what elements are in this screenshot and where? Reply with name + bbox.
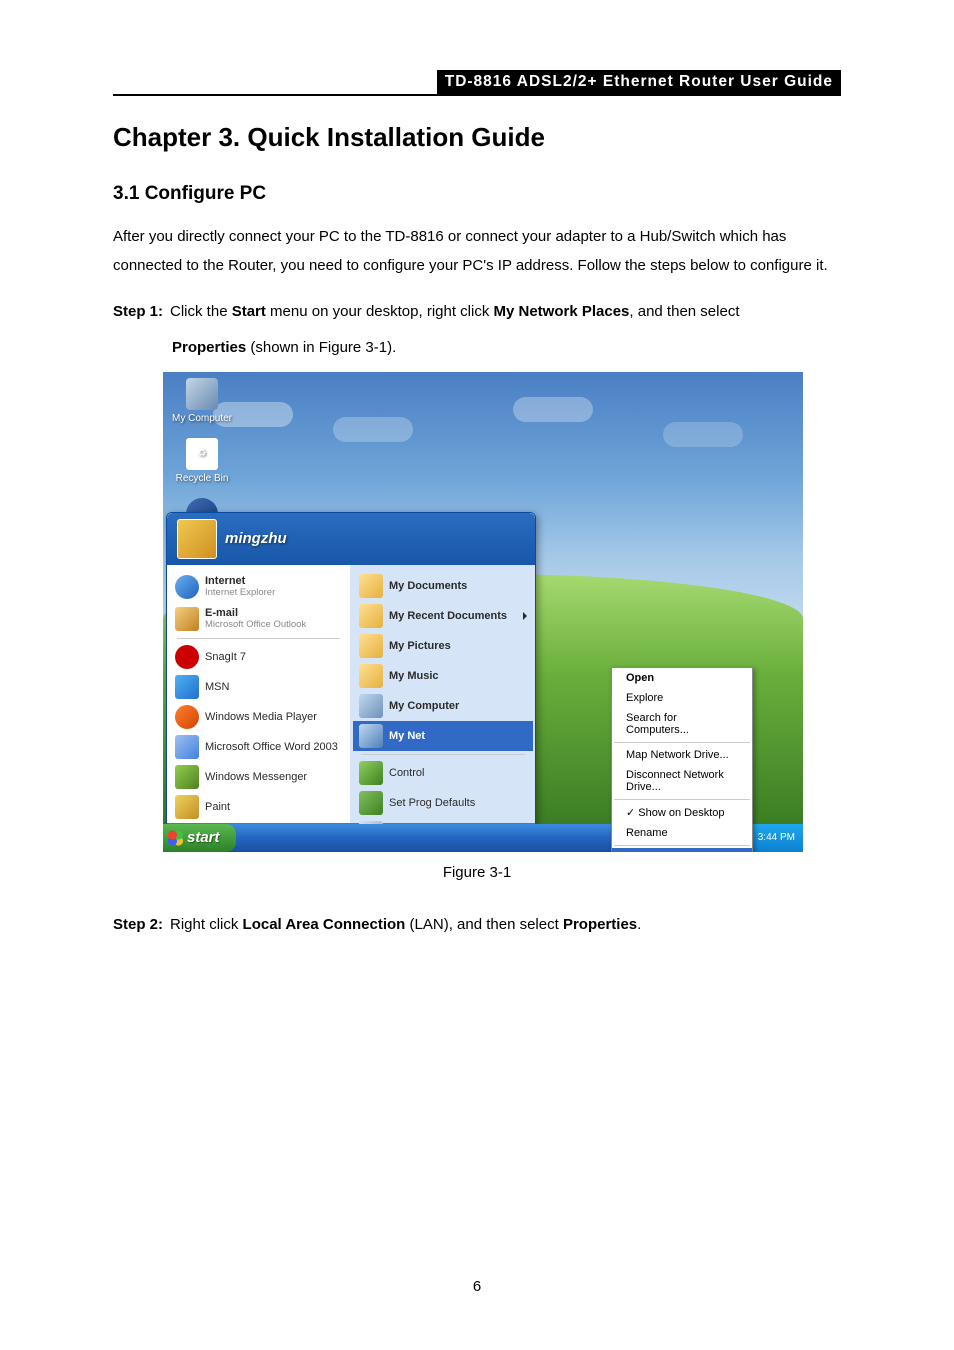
step-2-bold-properties: Properties [563,916,637,933]
start-item-music[interactable]: My Music [353,661,533,691]
figure-3-1-caption: Figure 3-1 [113,864,841,881]
start-item-internet[interactable]: InternetInternet Explorer [169,571,348,603]
start-item-control[interactable]: Control [353,758,533,788]
step-2: Step 2: Right click Local Area Connectio… [113,911,841,939]
ctx-mapdrive[interactable]: Map Network Drive... [612,745,752,765]
start-menu-left: InternetInternet Explorer E-mailMicrosof… [167,565,351,823]
step-1-label: Step 1: [113,298,163,326]
computer-icon [359,694,383,718]
ctx-showdesktop[interactable]: Show on Desktop [612,802,752,823]
header-title: TD-8816 ADSL2/2+ Ethernet Router User Gu… [437,70,841,94]
step-1-text: menu on your desktop, right click [266,303,494,320]
figure-3-1: My Computer ♻ Recycle Bin My Network Pla… [163,372,803,852]
folder-icon [359,634,383,658]
desktop-icon-recyclebin[interactable]: ♻ Recycle Bin [171,438,233,484]
start-button[interactable]: start [163,824,236,852]
start-menu: mingzhu InternetInternet Explorer E-mail… [166,512,536,852]
desktop-icon-mycomputer[interactable]: My Computer [171,378,233,424]
start-item-pics[interactable]: My Pictures [353,631,533,661]
step-2-text: . [637,916,641,933]
start-item-network[interactable]: My Net [353,721,533,751]
step-2-label: Step 2: [113,911,163,939]
start-item-setprog[interactable]: Set Prog Defaults [353,788,533,818]
ie-icon [175,575,199,599]
computer-icon [186,378,218,410]
body-paragraph: After you directly connect your PC to th… [113,223,841,280]
step-1-bold-properties: Properties [172,339,246,356]
step-1: Step 1: Click the Start menu on your des… [113,298,841,326]
xp-desktop: My Computer ♻ Recycle Bin My Network Pla… [163,372,803,852]
taskbar-clock[interactable]: 3:44 PM [758,832,795,843]
start-item-email[interactable]: E-mailMicrosoft Office Outlook [169,603,348,635]
start-item-word[interactable]: Microsoft Office Word 2003 [169,732,348,762]
network-context-menu: Open Explore Search for Computers... Map… [611,667,753,852]
ctx-properties[interactable]: Properties [612,848,752,852]
start-item-recent[interactable]: My Recent Documents [353,601,533,631]
step-2-text: (LAN), and then select [405,916,563,933]
ctx-searchcomp[interactable]: Search for Computers... [612,708,752,740]
step-2-text: Right click [170,916,243,933]
word-icon [175,735,199,759]
step-1-bold-places: My Network Places [494,303,630,320]
step-1-bold-start: Start [232,303,266,320]
snagit-icon [175,645,199,669]
step-2-bold-lan: Local Area Connection [243,916,406,933]
network-places-icon [359,724,383,748]
start-item-snagit[interactable]: SnagIt 7 [169,642,348,672]
control-panel-icon [359,761,383,785]
step-1-text: , and then select [629,303,739,320]
section-heading: 3.1 Configure PC [113,183,841,205]
start-item-mydocs[interactable]: My Documents [353,571,533,601]
wmp-icon [175,705,199,729]
folder-icon [359,604,383,628]
start-menu-right: My Documents My Recent Documents My Pict… [351,565,535,823]
msn-icon [175,675,199,699]
ctx-open[interactable]: Open [612,668,752,688]
user-avatar [177,519,217,559]
chevron-right-icon [523,612,527,620]
ctx-rename[interactable]: Rename [612,823,752,843]
start-item-computer[interactable]: My Computer [353,691,533,721]
header-bar: TD-8816 ADSL2/2+ Ethernet Router User Gu… [113,70,841,96]
ctx-explore[interactable]: Explore [612,688,752,708]
start-item-paint[interactable]: Paint [169,792,348,822]
start-item-wmp[interactable]: Windows Media Player [169,702,348,732]
paint-icon [175,795,199,819]
start-menu-username: mingzhu [225,530,287,547]
chapter-heading: Chapter 3. Quick Installation Guide [113,122,841,153]
step-1-text: (shown in Figure 3-1). [246,339,396,356]
set-programs-icon [359,791,383,815]
start-item-messenger[interactable]: Windows Messenger [169,762,348,792]
step-1-cont: Properties (shown in Figure 3-1). [172,334,841,362]
start-item-msn[interactable]: MSN [169,672,348,702]
page-number: 6 [0,1278,954,1295]
folder-icon [359,664,383,688]
messenger-icon [175,765,199,789]
mail-icon [175,607,199,631]
ctx-disconnect[interactable]: Disconnect Network Drive... [612,765,752,797]
folder-icon [359,574,383,598]
start-menu-header: mingzhu [167,513,535,565]
step-1-text: Click the [170,303,232,320]
recycle-icon: ♻ [186,438,218,470]
